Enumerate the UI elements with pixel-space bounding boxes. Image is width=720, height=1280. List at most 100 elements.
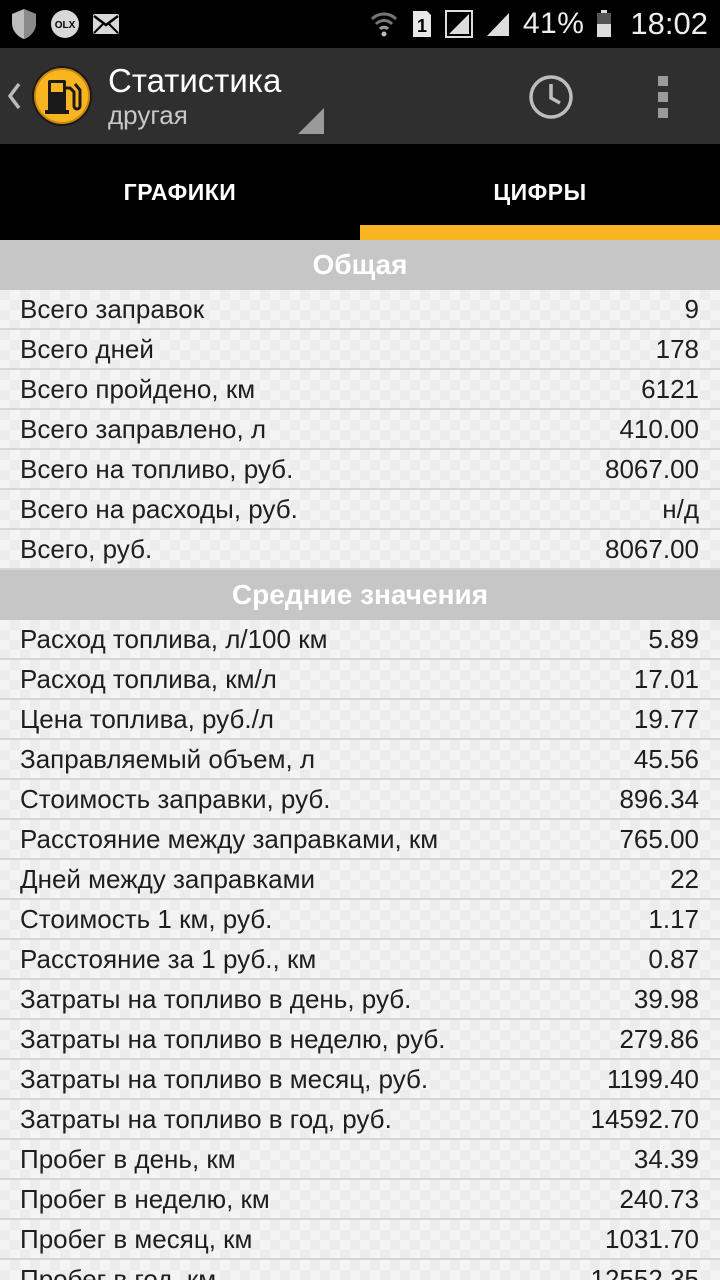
stat-label: Затраты на топливо в месяц, руб. [20,1063,429,1094]
stat-label: Всего дней [20,333,154,364]
dropdown-corner-icon[interactable] [298,108,324,134]
stat-row: Расстояние между заправками, км 765.00 [0,820,720,860]
stat-value: 1.17 [648,903,699,934]
stat-label: Расход топлива, л/100 км [20,623,328,654]
stat-label: Цена топлива, руб./л [20,703,274,734]
stat-row: Пробег в год, км 12552.35 [0,1260,720,1280]
stat-row: Дней между заправками 22 [0,860,720,900]
stat-row: Затраты на топливо в месяц, руб. 1199.40 [0,1060,720,1100]
stat-value: 240.73 [619,1183,699,1214]
stat-label: Затраты на топливо в год, руб. [20,1103,392,1134]
stat-row: Заправляемый объем, л 45.56 [0,740,720,780]
clock-time: 18:02 [630,6,708,41]
tab-graphs[interactable]: ГРАФИКИ [0,144,360,240]
stat-row: Расход топлива, км/л 17.01 [0,660,720,700]
stat-label: Всего на расходы, руб. [20,493,298,524]
stat-value: 5.89 [648,623,699,654]
stat-label: Затраты на топливо в день, руб. [20,983,412,1014]
stat-row: Затраты на топливо в год, руб. 14592.70 [0,1100,720,1140]
stat-label: Пробег в месяц, км [20,1223,253,1254]
stat-row: Пробег в день, км 34.39 [0,1140,720,1180]
stat-row: Пробег в месяц, км 1031.70 [0,1220,720,1260]
shield-icon [10,8,38,40]
stat-label: Пробег в неделю, км [20,1183,270,1214]
stat-label: Всего на топливо, руб. [20,453,294,484]
stat-row: Всего дней 178 [0,330,720,370]
fuel-pump-logo[interactable] [30,64,94,128]
stat-value: 0.87 [648,943,699,974]
stat-label: Всего заправлено, л [20,413,267,444]
stat-row: Цена топлива, руб./л 19.77 [0,700,720,740]
tab-bar: ГРАФИКИ ЦИФРЫ [0,144,720,240]
stat-label: Расстояние за 1 руб., км [20,943,317,974]
page-subtitle: другая [108,100,188,130]
stat-row: Всего заправлено, л 410.00 [0,410,720,450]
stat-row: Стоимость заправки, руб. 896.34 [0,780,720,820]
stat-value: 39.98 [633,983,699,1014]
stat-value: 8067.00 [605,533,699,564]
wifi-icon [369,9,399,39]
stat-label: Всего, руб. [20,533,153,564]
sim-badge: 1 [411,9,433,39]
stat-value: 22 [670,863,699,894]
stat-label: Расстояние между заправками, км [20,823,439,854]
stat-row: Затраты на топливо в день, руб. 39.98 [0,980,720,1020]
back-chevron-icon[interactable] [6,76,28,116]
stat-row: Пробег в неделю, км 240.73 [0,1180,720,1220]
stat-value: 8067.00 [605,453,699,484]
page-title: Статистика [108,62,282,99]
signal-icon [485,10,511,38]
stat-row: Расход топлива, л/100 км 5.89 [0,620,720,660]
stat-label: Дней между заправками [20,863,316,894]
status-bar: OLX 1 41% 18:02 [0,0,720,48]
stat-row: Всего заправок 9 [0,290,720,330]
section-header-general: Общая [0,240,720,290]
battery-percent: 41% [522,7,585,40]
tab-numbers[interactable]: ЦИФРЫ [360,144,720,240]
stat-value: 12552.35 [590,1263,699,1280]
system-icons: 1 41% 18:02 [369,6,708,42]
stat-label: Всего заправок [20,293,205,324]
olx-label: OLX [55,20,76,31]
stat-label: Всего пройдено, км [20,373,256,404]
stat-label: Стоимость заправки, руб. [20,783,331,814]
section-header-averages: Средние значения [0,570,720,620]
stat-label: Пробег в день, км [20,1143,236,1174]
stat-value: 6121 [641,373,699,404]
stat-row: Расстояние за 1 руб., км 0.87 [0,940,720,980]
stat-label: Стоимость 1 км, руб. [20,903,273,934]
stat-value: 178 [655,333,699,364]
stat-row: Затраты на топливо в неделю, руб. 279.86 [0,1020,720,1060]
stat-value: 9 [684,293,699,324]
stat-label: Заправляемый объем, л [20,743,316,774]
stat-value: 17.01 [633,663,699,694]
stat-value: 1031.70 [605,1223,699,1254]
stat-value: н/д [662,493,699,524]
stat-value: 410.00 [619,413,699,444]
title-block[interactable]: Статистика другая [108,62,281,130]
stat-row: Всего, руб. 8067.00 [0,530,720,570]
overflow-menu-icon[interactable] [648,72,678,122]
stat-row: Стоимость 1 км, руб. 1.17 [0,900,720,940]
stat-value: 19.77 [633,703,699,734]
stat-row: Всего пройдено, км 6121 [0,370,720,410]
stat-value: 765.00 [619,823,699,854]
stat-value: 45.56 [633,743,699,774]
stat-label: Затраты на топливо в неделю, руб. [20,1023,446,1054]
olx-icon: OLX [50,9,80,39]
action-bar: Статистика другая [0,48,720,144]
stat-value: 34.39 [633,1143,699,1174]
history-clock-icon[interactable] [526,72,576,122]
stat-label: Расход топлива, км/л [20,663,277,694]
stats-content[interactable]: Общая Всего заправок 9 Всего дней 178 Всег… [0,240,720,1280]
stat-value: 279.86 [619,1023,699,1054]
stat-row: Всего на топливо, руб. 8067.00 [0,450,720,490]
mail-icon [92,13,120,35]
stat-label: Пробег в год, км [20,1263,217,1280]
stat-value: 896.34 [619,783,699,814]
battery-icon [596,10,612,38]
notification-icons: OLX [10,8,120,40]
sim-number: 1 [417,16,427,36]
signal-icon [444,10,473,38]
stat-value: 14592.70 [590,1103,699,1134]
